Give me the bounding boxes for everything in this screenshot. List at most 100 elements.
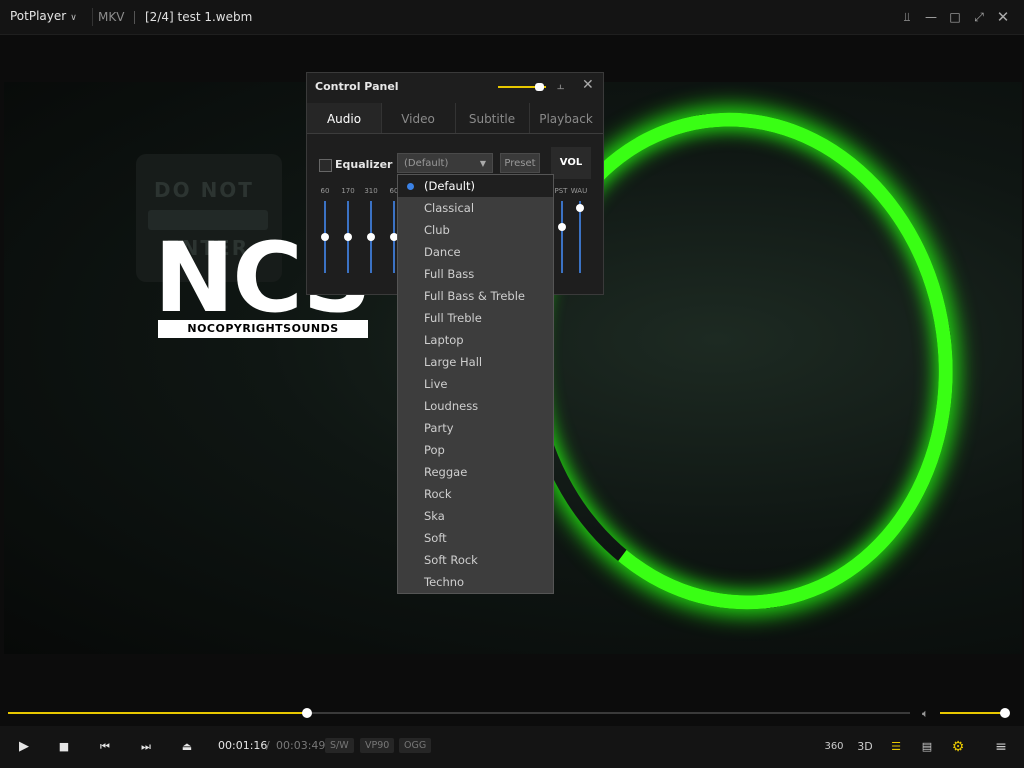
app-menu-label: PotPlayer xyxy=(10,9,67,23)
volume-slider-handle[interactable] xyxy=(999,708,1010,718)
format-label: MKV xyxy=(98,10,125,24)
eq-slider[interactable] xyxy=(576,201,584,273)
eq-slider-handle[interactable] xyxy=(558,223,566,231)
preset-list: (Default) Classical Club Dance Full Bass Full… xyxy=(397,174,554,594)
equalizer-checkbox[interactable] xyxy=(319,159,332,172)
eq-slider-handle[interactable] xyxy=(367,233,375,241)
previous-icon[interactable]: ⏮︎ xyxy=(94,737,116,757)
preset-list-item[interactable]: (Default) xyxy=(398,175,553,197)
preset-list-item[interactable]: Dance xyxy=(398,241,553,263)
eq-slider-handle[interactable] xyxy=(344,233,352,241)
volume-slider[interactable] xyxy=(940,708,1010,718)
time-total: 00:03:49 xyxy=(276,739,326,752)
tab-audio[interactable]: Audio xyxy=(307,103,382,133)
selected-dot-icon xyxy=(407,183,414,190)
next-icon[interactable]: ⏭︎ xyxy=(135,737,157,757)
preset-list-item[interactable]: Live xyxy=(398,373,553,395)
controls-bar: ▶ ■ ⏮︎ ⏭︎ ⏏︎ 00:01:16 / 00:03:49 S/W VP9… xyxy=(0,726,1024,768)
decoder-badge[interactable]: S/W xyxy=(325,738,354,753)
preset-list-item[interactable]: Party xyxy=(398,417,553,439)
close-icon[interactable]: ✕ xyxy=(992,6,1014,28)
preset-list-item[interactable]: Full Treble xyxy=(398,307,553,329)
preset-list-item[interactable]: Soft Rock xyxy=(398,549,553,571)
preset-list-item-label: Dance xyxy=(424,245,461,259)
play-icon[interactable]: ▶ xyxy=(13,737,35,757)
eject-icon[interactable]: ⏏︎ xyxy=(176,737,198,757)
3d-button[interactable]: 3D xyxy=(854,737,876,757)
preset-list-item-label: Soft xyxy=(424,531,447,545)
eq-slider[interactable] xyxy=(367,201,375,273)
control-panel-tabs: Audio Video Subtitle Playback xyxy=(307,103,603,134)
close-icon[interactable]: ✕ xyxy=(582,77,594,93)
chapter-icon[interactable]: ▤ xyxy=(916,737,938,757)
band-label: WAU xyxy=(570,187,588,195)
preset-list-item[interactable]: Reggae xyxy=(398,461,553,483)
preset-button[interactable]: Preset xyxy=(500,153,540,173)
band-label: 170 xyxy=(341,187,355,195)
preset-list-item-label: Reggae xyxy=(424,465,468,479)
tab-video[interactable]: Video xyxy=(381,103,456,133)
title-bar: PotPlayer ∨ MKV [2/4] test 1.webm ⫫ — □ ⤢… xyxy=(0,0,1024,35)
video-codec-badge[interactable]: VP90 xyxy=(360,738,395,753)
chevron-down-icon: ∨ xyxy=(70,13,77,23)
fullscreen-icon[interactable]: ⤢ xyxy=(968,6,990,28)
eq-slider[interactable] xyxy=(344,201,352,273)
playlist-search-icon[interactable]: ☰ xyxy=(885,737,907,757)
preset-list-item-label: Large Hall xyxy=(424,355,483,369)
preset-list-item-label: Party xyxy=(424,421,454,435)
preset-list-item[interactable]: Rock xyxy=(398,483,553,505)
360-video-button[interactable]: 360 xyxy=(823,737,845,757)
settings-icon[interactable]: ⚙ xyxy=(947,737,969,757)
preset-dropdown[interactable]: (Default) ▼ xyxy=(397,153,493,173)
seek-bar-handle[interactable] xyxy=(302,708,313,718)
band-label: 310 xyxy=(364,187,378,195)
pin-icon[interactable]: ⫫ xyxy=(896,6,918,28)
preset-list-item-label: Full Bass xyxy=(424,267,475,281)
audio-codec-badge[interactable]: OGG xyxy=(399,738,432,753)
eq-slider[interactable] xyxy=(390,201,398,273)
ncs-logo-subtitle: NOCOPYRIGHTSOUNDS xyxy=(158,320,368,338)
preset-list-item[interactable]: Ska xyxy=(398,505,553,527)
preset-list-item[interactable]: Techno xyxy=(398,571,553,593)
stop-icon[interactable]: ■ xyxy=(53,737,75,757)
preset-list-item[interactable]: Classical xyxy=(398,197,553,219)
seek-area: 🔈︎ xyxy=(0,704,1024,724)
opacity-slider-handle[interactable] xyxy=(535,83,544,91)
menu-icon[interactable]: ≡ xyxy=(990,737,1012,757)
preset-list-item[interactable]: Loudness xyxy=(398,395,553,417)
equalizer-label: Equalizer xyxy=(335,158,393,171)
divider xyxy=(92,8,93,26)
preset-list-item-label: (Default) xyxy=(424,179,475,193)
tab-subtitle[interactable]: Subtitle xyxy=(455,103,530,133)
preset-list-item[interactable]: Full Bass xyxy=(398,263,553,285)
eq-slider[interactable] xyxy=(321,201,329,273)
app-menu-button[interactable]: PotPlayer ∨ xyxy=(10,9,77,23)
volume-slider-fill xyxy=(940,712,1005,714)
preset-list-item[interactable]: Large Hall xyxy=(398,351,553,373)
preset-list-item[interactable]: Pop xyxy=(398,439,553,461)
preset-list-item-label: Laptop xyxy=(424,333,464,347)
file-title: [2/4] test 1.webm xyxy=(145,10,253,24)
pin-icon[interactable]: ⫠ xyxy=(557,78,564,93)
preset-list-item[interactable]: Laptop xyxy=(398,329,553,351)
eq-slider-handle[interactable] xyxy=(576,204,584,212)
minimize-icon[interactable]: — xyxy=(920,6,942,28)
preset-list-item-label: Full Treble xyxy=(424,311,482,325)
maximize-icon[interactable]: □ xyxy=(944,6,966,28)
divider xyxy=(134,11,135,24)
vol-button[interactable]: VOL xyxy=(551,147,591,179)
band-label: PST xyxy=(554,187,568,195)
preset-dropdown-value: (Default) xyxy=(404,158,449,169)
preset-list-item-label: Full Bass & Treble xyxy=(424,289,525,303)
preset-list-item[interactable]: Soft xyxy=(398,527,553,549)
eq-slider[interactable] xyxy=(558,201,566,273)
seek-bar[interactable] xyxy=(8,708,910,718)
eq-slider-handle[interactable] xyxy=(321,233,329,241)
preset-list-item[interactable]: Full Bass & Treble xyxy=(398,285,553,307)
control-panel-title: Control Panel xyxy=(315,80,399,93)
preset-list-item-label: Techno xyxy=(424,575,465,589)
preset-list-item[interactable]: Club xyxy=(398,219,553,241)
volume-icon[interactable]: 🔈︎ xyxy=(922,707,929,721)
tab-playback[interactable]: Playback xyxy=(529,103,603,133)
preset-list-item-label: Loudness xyxy=(424,399,479,413)
